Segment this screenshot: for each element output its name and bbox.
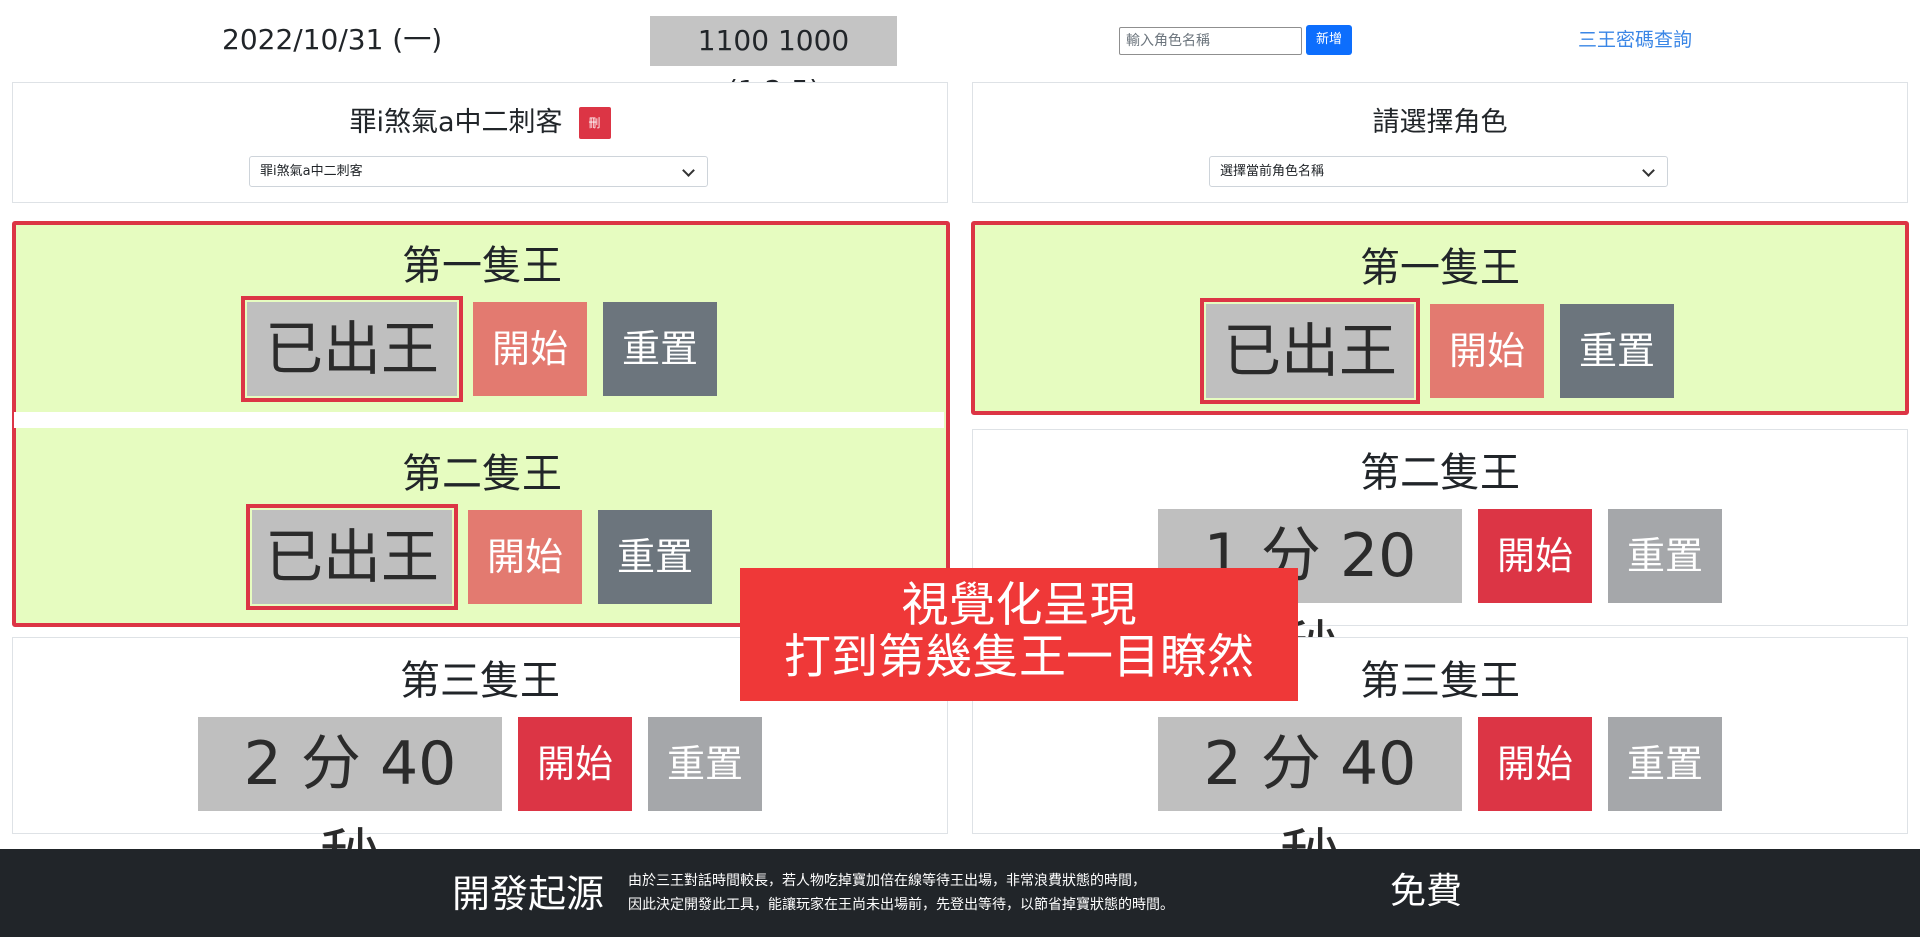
reset-button[interactable]: 重置 [598,510,712,604]
left-king-1-panel: 第一隻王 已出王 開始 重置 [14,223,950,420]
add-character-button[interactable]: 新增 [1306,25,1352,55]
king-status: 已出王 [1200,298,1420,404]
chevron-down-icon [1642,164,1655,177]
character-select-value: 罪i煞氣a中二刺客 [260,164,363,179]
king-title: 第一隻王 [1360,245,1520,291]
chevron-down-icon [682,164,695,177]
king-status: 已出王 [241,296,463,402]
feature-caption-banner: 視覺化呈現 打到第幾隻王一目瞭然 [740,568,1298,701]
reset-button[interactable]: 重置 [1608,717,1722,811]
start-button[interactable]: 開始 [1478,509,1592,603]
character-name-input[interactable] [1119,27,1302,55]
choose-character-heading: 請選擇角色 [1372,107,1508,138]
start-button[interactable]: 開始 [473,302,587,396]
start-button[interactable]: 開始 [468,510,582,604]
reset-button[interactable]: 重置 [1608,509,1722,603]
start-button[interactable]: 開始 [1430,304,1544,398]
reset-button[interactable]: 重置 [648,717,762,811]
character-select-value: 選擇當前角色名稱 [1220,164,1325,179]
caption-line: 視覺化呈現 [901,578,1137,633]
king-title: 第一隻王 [402,243,562,289]
king-timer: 2 分 40 秒 [1158,717,1462,893]
character-select[interactable]: 選擇當前角色名稱 [1209,156,1668,187]
king-timer: 2 分 40 秒 [198,717,502,893]
footer-description-line: 因此決定開發此工具，能讓玩家在王尚未出場前，先登出等待，以節省掉寶狀態的時間。 [628,897,1174,913]
start-button[interactable]: 開始 [518,717,632,811]
footer-description: 由於三王對話時間較長，若人物吃掉寶加倍在線等待王出場，非常浪費狀態的時間， 因此… [628,869,1174,917]
footer: 開發起源 由於三王對話時間較長，若人物吃掉寶加倍在線等待王出場，非常浪費狀態的時… [0,849,1920,937]
delete-character-button[interactable]: 刪 [578,107,611,139]
start-button[interactable]: 開始 [1478,717,1592,811]
right-character-panel: 請選擇角色 選擇當前角色名稱 [972,82,1908,203]
character-name-heading: 罪i煞氣a中二刺客 [349,107,563,138]
king-title: 第二隻王 [402,451,562,497]
caption-line: 打到第幾隻王一目瞭然 [784,630,1254,685]
character-select[interactable]: 罪i煞氣a中二刺客 [249,156,708,187]
footer-description-line: 由於三王對話時間較長，若人物吃掉寶加倍在線等待王出場，非常浪費狀態的時間， [628,873,1146,889]
three-king-code-link[interactable]: 三王密碼查詢 [1578,26,1692,54]
right-king-1-panel: 第一隻王 已出王 開始 重置 [971,221,1909,415]
reset-button[interactable]: 重置 [603,302,717,396]
reset-button[interactable]: 重置 [1560,304,1674,398]
footer-title: 開發起源 [452,872,605,916]
left-character-panel: 罪i煞氣a中二刺客 刪 罪i煞氣a中二刺客 [12,82,948,203]
king-status: 已出王 [246,504,458,610]
boss-code-display: 1100 1000 (1,2,5) [650,16,897,107]
current-date: 2022/10/31 (一) [222,23,443,56]
king-title: 第二隻王 [1360,450,1520,496]
footer-free-label: 免費 [1390,871,1463,912]
